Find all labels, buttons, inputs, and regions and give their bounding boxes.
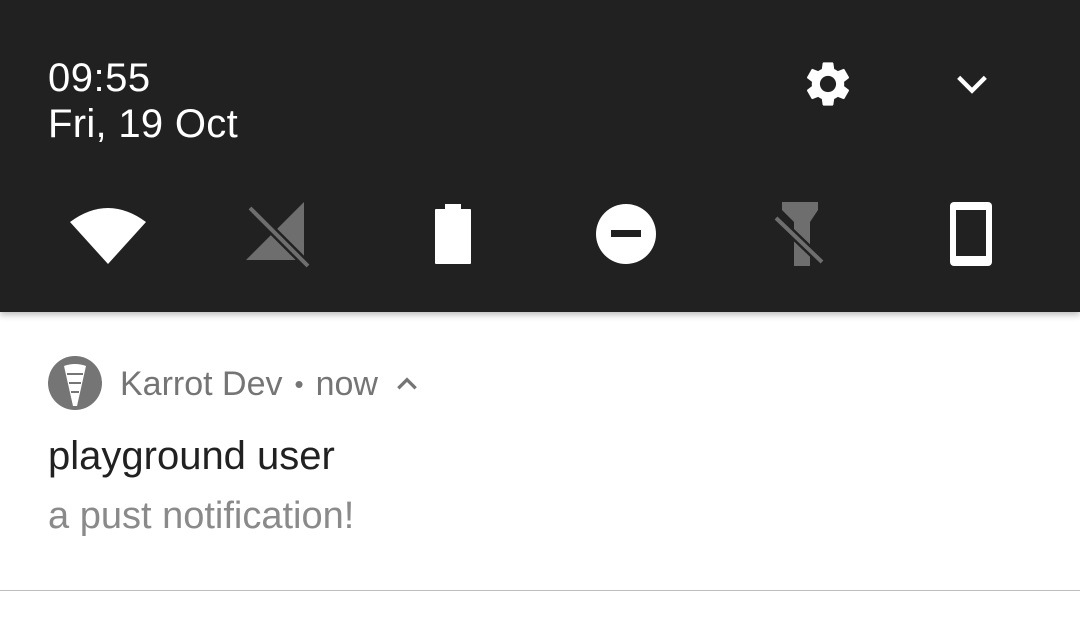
tile-flashlight[interactable] <box>758 196 838 272</box>
notification-text: a pust notification! <box>48 495 355 537</box>
do-not-disturb-icon <box>596 204 656 264</box>
expand-button[interactable] <box>936 48 1008 120</box>
wifi-icon <box>70 208 146 264</box>
chevron-up-icon <box>397 377 417 390</box>
notification-title: playground user <box>48 434 335 478</box>
notification-card[interactable]: Karrot Dev • now playground user a pust … <box>0 312 1080 590</box>
portrait-rotation-icon <box>950 202 992 266</box>
gear-icon <box>806 62 850 106</box>
tile-battery[interactable] <box>413 196 493 272</box>
tile-do-not-disturb[interactable] <box>586 196 666 272</box>
battery-icon <box>435 204 471 264</box>
tile-wifi[interactable] <box>68 196 148 272</box>
app-name: Karrot Dev <box>120 364 283 403</box>
notification-header: Karrot Dev • now <box>120 362 420 406</box>
chevron-down-icon <box>957 75 987 94</box>
collapse-button[interactable] <box>394 371 420 397</box>
settings-button[interactable] <box>792 48 864 120</box>
header-separator: • <box>294 368 304 399</box>
tile-auto-rotate[interactable] <box>931 196 1011 272</box>
carrot-icon <box>64 364 86 406</box>
cellular-off-icon <box>246 202 312 270</box>
notification-time: now <box>315 364 378 403</box>
flashlight-off-icon <box>772 202 826 266</box>
clock: 09:55 <box>48 56 151 100</box>
quick-settings-panel: 09:55 Fri, 19 Oct <box>0 0 1080 312</box>
app-icon <box>48 356 102 410</box>
tile-mobile-data[interactable] <box>238 196 318 272</box>
date: Fri, 19 Oct <box>48 102 238 146</box>
